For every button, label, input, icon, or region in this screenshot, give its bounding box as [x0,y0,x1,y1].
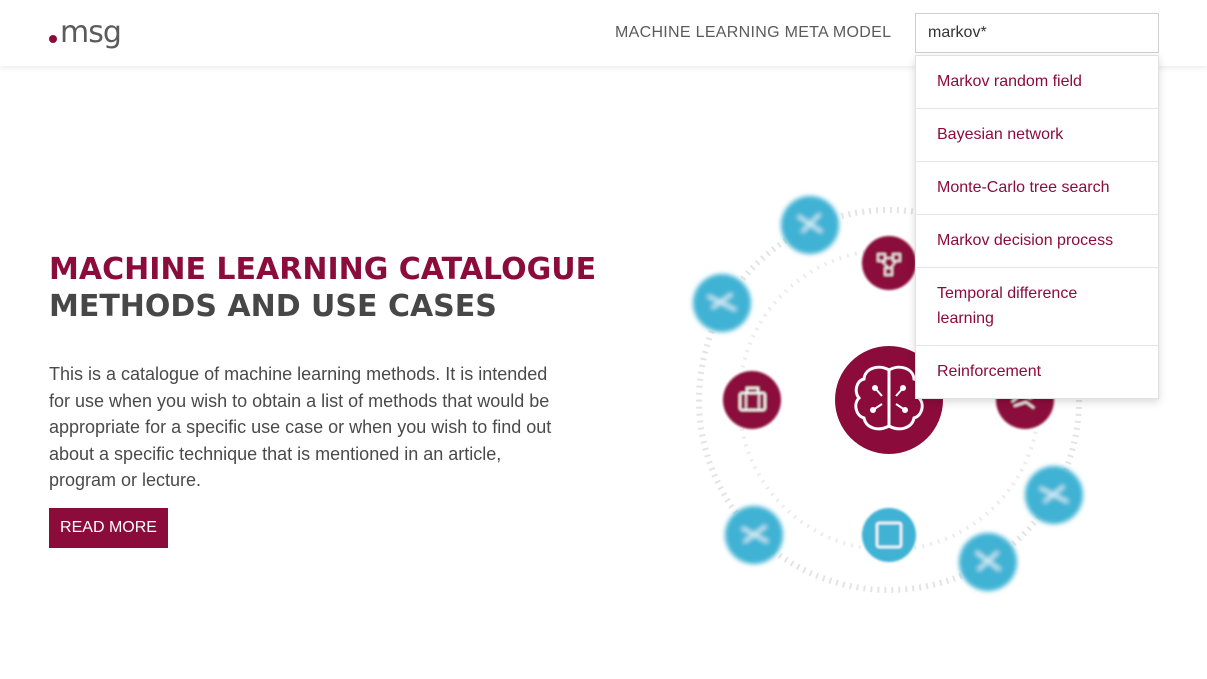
hero-title-line2: METHODS AND USE CASES [49,289,497,324]
msg-logo[interactable]: msg [49,15,122,50]
briefcase-icon[interactable] [723,371,781,429]
search-suggestions: Markov random field Bayesian network Mon… [915,55,1159,399]
blurred-method-icon[interactable] [781,196,839,254]
suggestion-item[interactable]: Temporal difference learning [916,268,1158,346]
suggestion-item[interactable]: Markov random field [916,56,1158,109]
network-icon[interactable] [862,236,916,290]
blurred-method-icon[interactable] [693,274,751,332]
suggestion-item[interactable]: Monte-Carlo tree search [916,162,1158,215]
logo-dot [49,35,57,43]
hero-description: This is a catalogue of machine learning … [49,364,552,490]
blurred-method-icon[interactable] [1025,466,1083,524]
nav-title-link[interactable]: MACHINE LEARNING META MODEL [615,22,891,44]
square-icon[interactable] [862,508,916,562]
hero-title-line1: MACHINE LEARNING CATALOGUE [49,252,597,287]
logo-text: msg [60,15,122,50]
hero-title: MACHINE LEARNING CATALOGUE METHODS AND U… [49,252,609,325]
blurred-method-icon[interactable] [725,506,783,564]
search-input[interactable] [915,13,1159,53]
suggestion-item[interactable]: Markov decision process [916,215,1158,268]
read-more-button[interactable]: READ MORE [49,508,168,548]
blurred-method-icon[interactable] [959,533,1017,591]
suggestion-item[interactable]: Bayesian network [916,109,1158,162]
suggestion-item[interactable]: Reinforcement [916,346,1158,398]
